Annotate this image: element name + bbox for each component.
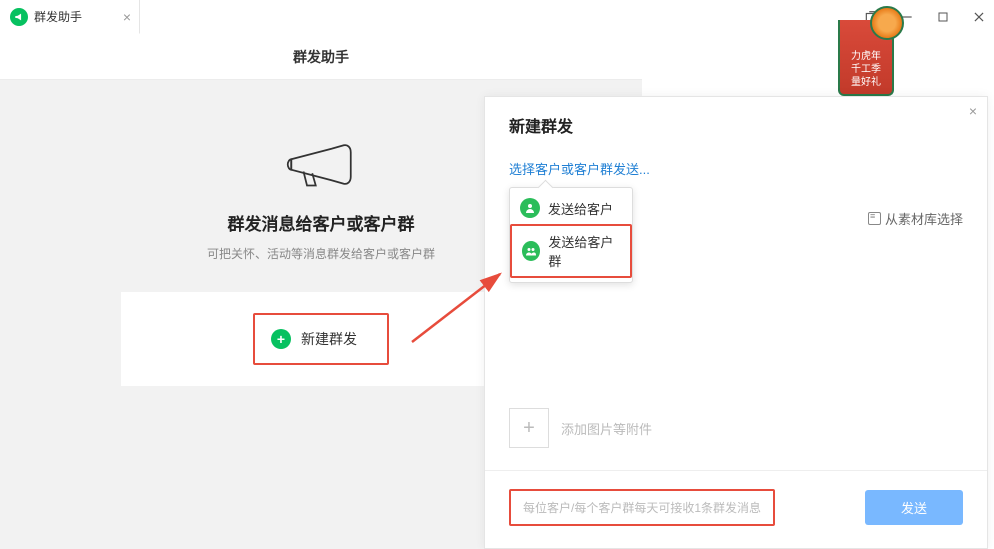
daily-limit-note: 每位客户/每个客户群每天可接收1条群发消息 — [509, 489, 775, 526]
new-broadcast-modal: × 新建群发 选择客户或客户群发送... 发送给客户 发送给客户群 从素材库选择… — [484, 96, 988, 549]
send-button[interactable]: 发送 — [865, 490, 963, 525]
library-icon — [868, 212, 881, 225]
select-recipients-link[interactable]: 选择客户或客户群发送... — [509, 162, 650, 177]
dropdown-option-label: 发送给客户 — [548, 199, 613, 218]
group-icon — [522, 241, 540, 261]
tab-broadcast-assistant[interactable]: 群发助手 × — [0, 0, 140, 34]
person-icon — [520, 198, 540, 218]
page-title: 群发助手 — [293, 47, 349, 67]
recipient-type-dropdown: 发送给客户 发送给客户群 — [509, 187, 633, 283]
attachment-label: 添加图片等附件 — [561, 419, 652, 438]
banner-line: 千工季 — [846, 63, 886, 76]
material-library-label: 从素材库选择 — [885, 209, 963, 228]
modal-close-icon[interactable]: × — [969, 103, 977, 119]
page-header: 群发助手 — [0, 34, 642, 80]
add-attachment-button[interactable]: + — [509, 408, 549, 448]
create-card: + 新建群发 — [121, 292, 521, 386]
maximize-icon[interactable] — [936, 10, 950, 24]
empty-state-title: 群发消息给客户或客户群 — [228, 210, 415, 235]
modal-body: 选择客户或客户群发送... 发送给客户 发送给客户群 从素材库选择 节日关怀等信… — [485, 159, 987, 448]
modal-footer: 每位客户/每个客户群每天可接收1条群发消息 发送 — [485, 470, 987, 548]
megaphone-icon — [10, 8, 28, 26]
new-broadcast-label: 新建群发 — [301, 329, 357, 349]
banner-line: 力虎年 — [846, 50, 886, 63]
plus-icon: + — [271, 329, 291, 349]
material-library-link[interactable]: 从素材库选择 — [868, 209, 963, 228]
new-broadcast-button[interactable]: + 新建群发 — [253, 313, 389, 365]
dropdown-option-label: 发送给客户群 — [548, 232, 620, 270]
close-icon[interactable]: × — [123, 9, 131, 25]
banner-line: 量好礼 — [846, 76, 886, 89]
attachment-row: + 添加图片等附件 — [509, 408, 963, 448]
tab-title: 群发助手 — [34, 8, 82, 25]
dropdown-option-customer-group[interactable]: 发送给客户群 — [510, 224, 632, 278]
megaphone-outline-icon — [286, 140, 356, 196]
modal-title: 新建群发 — [485, 97, 987, 159]
dropdown-option-customer[interactable]: 发送给客户 — [510, 192, 632, 224]
empty-state-subtitle: 可把关怀、活动等消息群发给客户或客户群 — [207, 245, 435, 262]
promo-banner: 力虎年 千工季 量好礼 — [838, 20, 894, 96]
window-close-icon[interactable] — [972, 10, 986, 24]
